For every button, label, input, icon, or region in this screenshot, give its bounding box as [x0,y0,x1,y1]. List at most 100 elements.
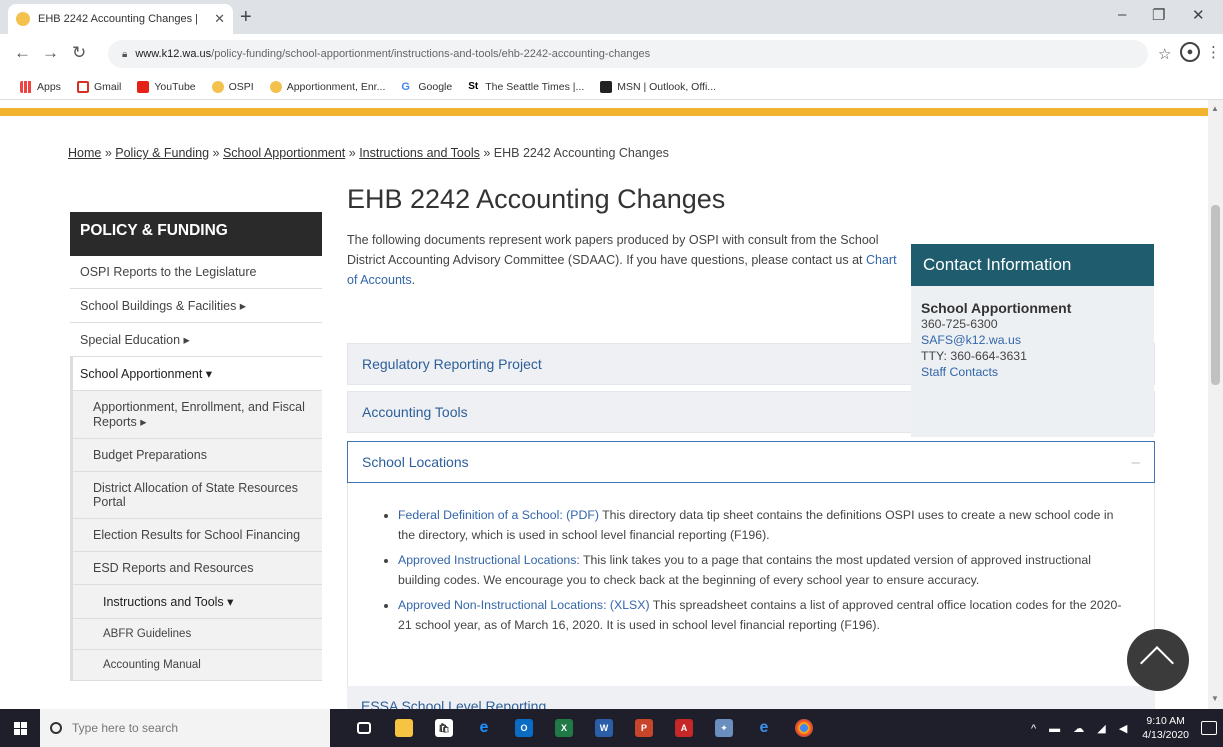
new-tab-icon[interactable]: + [240,6,252,29]
file-explorer-icon[interactable] [384,709,424,747]
seattle-times-icon: St [468,80,481,93]
address-bar-row: ← → ↻ 🔒︎ www.k12.wa.us /policy-funding/s… [0,34,1223,74]
chrome-icon[interactable] [784,709,824,747]
contact-details: School Apportionment 360-725-6300 SAFS@k… [911,286,1154,394]
federal-definition-link[interactable]: Federal Definition of a School: (PDF) [398,508,599,522]
ie-icon[interactable]: e [464,709,504,747]
back-icon[interactable]: ← [14,43,31,63]
notifications-icon[interactable] [1201,721,1217,735]
accordion-essa-reporting[interactable]: ESSA School Level Reporting [347,686,1155,709]
store-icon[interactable]: 🛍︎ [424,709,464,747]
profile-icon[interactable]: ● [1180,42,1200,62]
url-field[interactable]: 🔒︎ www.k12.wa.us /policy-funding/school-… [108,40,1148,68]
accordion-label: School Locations [362,454,469,470]
collapse-minus-icon: – [1131,453,1140,471]
acrobat-icon[interactable]: A [664,709,704,747]
bookmark-label: Google [418,80,453,93]
taskbar-search-input[interactable]: Type here to search [40,709,330,747]
bookmark-google[interactable]: G Google [401,80,453,93]
sidebar-item-election-results[interactable]: Election Results for School Financing [73,519,322,552]
list-item: Federal Definition of a School: (PDF) Th… [398,505,1124,545]
breadcrumb-separator: » [209,146,223,160]
outlook-icon[interactable]: O [504,709,544,747]
excel-icon[interactable]: X [544,709,584,747]
taskbar-clock[interactable]: 9:10 AM 4/13/2020 [1142,714,1189,742]
list-item: Approved Instructional Locations: This l… [398,550,1124,590]
intro-body: The following documents represent work p… [347,233,879,267]
close-window-icon[interactable]: ✕ [1192,6,1205,24]
bookmark-seattle-times[interactable]: St The Seattle Times |... [468,80,585,93]
sidebar-heading: POLICY & FUNDING [70,212,322,256]
sidebar-item-school-apportionment[interactable]: School Apportionment ▾ [73,357,322,391]
back-to-top-button[interactable] [1127,629,1189,691]
browser-tab[interactable]: EHB 2242 Accounting Changes | ✕ [8,4,233,34]
close-tab-icon[interactable]: ✕ [214,11,225,27]
breadcrumb-home[interactable]: Home [68,146,101,160]
network-app-icon[interactable]: ✦ [704,709,744,747]
tab-title: EHB 2242 Accounting Changes | [38,13,199,25]
breadcrumb: Home » Policy & Funding » School Apporti… [68,146,669,160]
breadcrumb-school-apportionment[interactable]: School Apportionment [223,146,345,160]
menu-kebab-icon[interactable]: ⋮ [1206,43,1221,61]
page-viewport: Home » Policy & Funding » School Apporti… [0,100,1208,709]
ospi-icon [211,80,224,93]
search-placeholder: Type here to search [72,721,179,735]
accordion-school-locations[interactable]: School Locations – [347,441,1155,483]
breadcrumb-separator: » [101,146,116,160]
sidebar-item-district-allocation[interactable]: District Allocation of State Resources P… [73,472,322,519]
word-icon[interactable]: W [584,709,624,747]
staff-contacts-link[interactable]: Staff Contacts [921,365,998,379]
approved-instructional-link[interactable]: Approved Instructional Locations: [398,553,580,567]
scroll-up-icon[interactable]: ▲ [1211,104,1219,113]
bookmark-label: Gmail [93,80,122,93]
bookmark-apportionment[interactable]: Apportionment, Enr... [269,80,386,93]
bookmark-msn[interactable]: MSN | Outlook, Offi... [600,80,716,93]
accordion-label: ESSA School Level Reporting [361,698,547,709]
bookmark-label: Apportionment, Enr... [286,80,386,93]
breadcrumb-instructions-tools[interactable]: Instructions and Tools [359,146,480,160]
restore-icon[interactable]: ❐ [1152,6,1165,24]
contact-org: School Apportionment [921,300,1072,316]
sidebar-item-ospi-reports[interactable]: OSPI Reports to the Legislature [70,256,322,289]
tray-icons[interactable]: ^ ▬ ☁ ◢ ◀ [1031,722,1132,735]
breadcrumb-policy-funding[interactable]: Policy & Funding [115,146,209,160]
sidebar-item-apportionment-reports[interactable]: Apportionment, Enrollment, and Fiscal Re… [73,391,322,439]
windows-logo-icon [13,721,27,735]
sidebar-item-budget-preparations[interactable]: Budget Preparations [73,439,322,472]
start-button[interactable] [0,709,40,747]
bookmark-label: YouTube [154,80,196,93]
bookmark-apps[interactable]: Apps [20,80,61,93]
contact-email-link[interactable]: SAFS@k12.wa.us [921,333,1021,347]
google-icon: G [401,80,414,93]
url-path: /policy-funding/school-apportionment/ins… [211,48,651,60]
cortana-icon [50,722,62,734]
sidebar-item-accounting-manual[interactable]: Accounting Manual [73,650,322,681]
forward-icon[interactable]: → [42,43,59,63]
edge-icon[interactable]: e [744,709,784,747]
sidebar-item-instructions-tools[interactable]: Instructions and Tools ▾ [73,585,322,619]
bookmark-gmail[interactable]: Gmail [76,80,122,93]
youtube-icon [137,80,150,93]
bookmark-youtube[interactable]: YouTube [137,80,196,93]
bookmark-star-icon[interactable]: ☆ [1158,45,1171,63]
ospi-icon [269,80,282,93]
sidebar-item-school-buildings[interactable]: School Buildings & Facilities ▸ [70,289,322,323]
clock-date: 4/13/2020 [1142,729,1189,741]
bookmark-ospi[interactable]: OSPI [211,80,254,93]
bookmark-label: The Seattle Times |... [485,80,585,93]
approved-non-instructional-link[interactable]: Approved Non-Instructional Locations: (X… [398,598,650,612]
intro-text: The following documents represent work p… [347,230,907,290]
breadcrumb-current: EHB 2242 Accounting Changes [493,146,669,160]
contact-phone: 360-725-6300 [921,317,998,331]
sidebar-item-esd-reports[interactable]: ESD Reports and Resources [73,552,322,585]
reload-icon[interactable]: ↻ [72,43,86,63]
minimize-icon[interactable]: – [1118,6,1126,23]
page-scrollbar[interactable]: ▲ ▼ [1208,100,1223,709]
powerpoint-icon[interactable]: P [624,709,664,747]
sidebar-item-special-education[interactable]: Special Education ▸ [70,323,322,357]
sidebar-item-abfr-guidelines[interactable]: ABFR Guidelines [73,619,322,650]
scroll-down-icon[interactable]: ▼ [1211,694,1219,703]
task-view-icon[interactable] [344,709,384,747]
sidebar-nav: POLICY & FUNDING OSPI Reports to the Leg… [70,212,322,681]
scrollbar-thumb[interactable] [1211,205,1220,385]
